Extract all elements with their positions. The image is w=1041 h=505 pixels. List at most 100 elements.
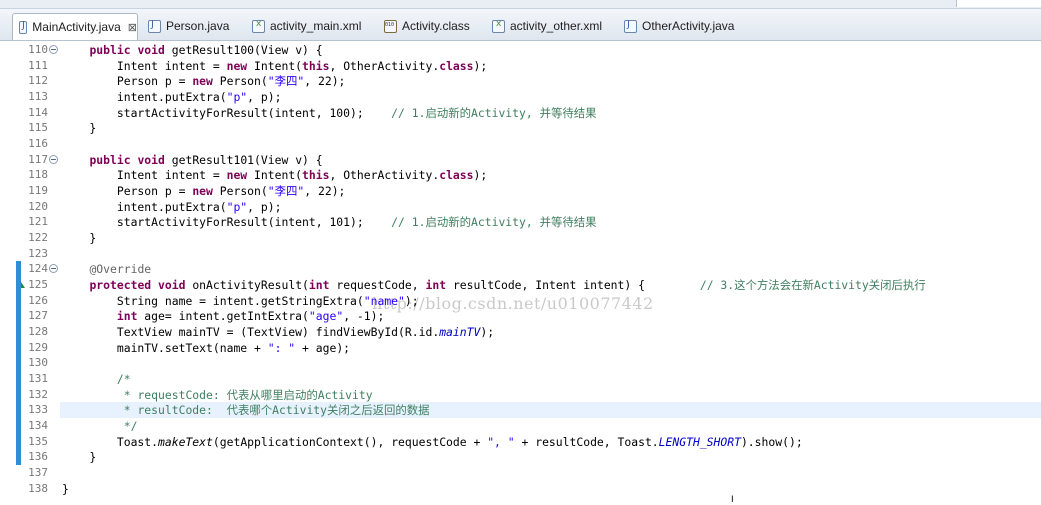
code-text: startActivityForResult(intent, 100); // … <box>62 105 597 121</box>
line-number: 135 <box>28 435 48 448</box>
code-token: mainTV <box>439 325 481 339</box>
code-token: "name" <box>363 294 405 308</box>
code-token: "李四" <box>267 74 305 88</box>
code-token: } <box>62 482 69 496</box>
line-number: 137 <box>28 466 48 479</box>
code-token: "p" <box>226 90 248 104</box>
code-token: Intent( <box>247 59 303 73</box>
tab-activity-other-xml[interactable]: activity_other.xml <box>486 13 614 39</box>
code-line[interactable]: 110 public void getResult100(View v) { <box>0 42 1041 58</box>
line-number: 133 <box>28 403 48 416</box>
code-line[interactable]: 127 int age= intent.getIntExtra("age", -… <box>0 308 1041 324</box>
code-token: + resultCode, Toast. <box>514 435 659 449</box>
code-line[interactable]: 133 * resultCode: 代表哪个Activity关闭之后返回的数据 <box>28 402 1041 418</box>
quick-access-search[interactable] <box>956 0 1041 7</box>
code-token: intent.putExtra( <box>62 90 227 104</box>
code-line[interactable]: 113 intent.putExtra("p", p); <box>0 89 1041 105</box>
code-line[interactable]: 112 Person p = new Person("李四", 22); <box>0 73 1041 89</box>
code-token: , p); <box>247 90 282 104</box>
code-line[interactable]: 115 } <box>0 120 1041 136</box>
code-token: * resultCode: 代表哪个Activity关闭之后返回的数据 <box>116 403 430 417</box>
code-line[interactable]: 126 String name = intent.getStringExtra(… <box>0 293 1041 309</box>
code-line[interactable]: 116 <box>0 136 1041 152</box>
code-line[interactable]: 119 Person p = new Person("李四", 22); <box>0 183 1041 199</box>
code-text: } <box>62 481 69 497</box>
code-token: startActivityForResult(intent, 100); <box>62 106 392 120</box>
code-token: * requestCode: 代表从哪里启动的Activity <box>116 388 373 402</box>
code-line[interactable]: 121 startActivityForResult(intent, 101);… <box>0 214 1041 230</box>
code-token: Person p = <box>62 74 193 88</box>
code-text: /* <box>62 371 131 387</box>
fold-toggle-icon[interactable] <box>49 45 58 54</box>
code-line[interactable]: 114 startActivityForResult(intent, 100);… <box>0 105 1041 121</box>
editor-tab-bar: MainActivity.java ⊠ Person.java activity_ma… <box>0 9 1041 41</box>
code-line[interactable]: 137 <box>0 465 1041 481</box>
code-line[interactable]: 135 Toast.makeText(getApplicationContext… <box>0 434 1041 450</box>
code-token: new <box>192 184 213 198</box>
code-line[interactable]: 134 */ <box>0 418 1041 434</box>
close-tab-icon[interactable]: ⊠ <box>128 21 137 34</box>
code-token: Person( <box>212 74 268 88</box>
code-line[interactable]: 124 @Override <box>0 261 1041 277</box>
fold-toggle-icon[interactable] <box>49 155 58 164</box>
code-line[interactable]: 117 public void getResult101(View v) { <box>0 152 1041 168</box>
code-token: Person p = <box>62 184 193 198</box>
code-line[interactable]: 128 TextView mainTV = (TextView) findVie… <box>0 324 1041 340</box>
tab-otheractivity-java[interactable]: OtherActivity.java <box>618 13 736 39</box>
code-text: * requestCode: 代表从哪里启动的Activity <box>62 387 373 403</box>
code-token: , 22); <box>304 74 346 88</box>
code-token: } <box>62 450 97 464</box>
tab-label: OtherActivity.java <box>642 19 735 33</box>
line-number: 116 <box>28 137 48 150</box>
code-text: Intent intent = new Intent(this, OtherAc… <box>62 167 487 183</box>
code-token: Intent intent = <box>62 59 227 73</box>
code-line[interactable]: 111 Intent intent = new Intent(this, Oth… <box>0 58 1041 74</box>
code-token: TextView mainTV = (TextView) findViewByI… <box>62 325 440 339</box>
code-token: ", " <box>487 435 515 449</box>
fold-toggle-icon[interactable] <box>49 264 58 273</box>
line-number: 138 <box>28 482 48 495</box>
code-line[interactable]: 122 } <box>0 230 1041 246</box>
code-token: Toast. <box>62 435 159 449</box>
code-token: , 22); <box>304 184 346 198</box>
code-token: getResult100(View v) { <box>164 43 323 57</box>
tab-label: MainActivity.java <box>32 20 121 34</box>
xml-file-icon <box>252 19 265 33</box>
code-text: startActivityForResult(intent, 101); // … <box>62 214 597 230</box>
code-token: void <box>137 153 165 167</box>
code-token: */ <box>116 419 138 433</box>
line-number: 136 <box>28 450 48 463</box>
code-line[interactable]: 123 <box>0 246 1041 262</box>
code-token: ); <box>473 59 488 73</box>
code-line[interactable]: 120 intent.putExtra("p", p); <box>0 199 1041 215</box>
line-number: 125 <box>28 278 48 291</box>
code-line[interactable]: 138} <box>0 481 1041 497</box>
tab-activity-class[interactable]: Activity.class <box>378 13 482 39</box>
code-line[interactable]: 118 Intent intent = new Intent(this, Oth… <box>0 167 1041 183</box>
code-token: intent.putExtra( <box>62 200 227 214</box>
code-editor[interactable]: http://blog.csdn.net/u010077442 110 publ… <box>0 41 1041 504</box>
code-token: , p); <box>247 200 282 214</box>
line-number: 111 <box>28 59 48 72</box>
code-token: int <box>116 309 138 323</box>
line-number: 123 <box>28 247 48 260</box>
top-toolbar-strip <box>0 0 1041 9</box>
code-line[interactable]: 130 <box>0 355 1041 371</box>
tab-mainactivity-java[interactable]: MainActivity.java ⊠ <box>12 13 138 40</box>
code-text: * resultCode: 代表哪个Activity关闭之后返回的数据 <box>62 402 430 418</box>
code-line[interactable]: 136 } <box>0 449 1041 465</box>
tab-person-java[interactable]: Person.java <box>142 13 242 39</box>
code-token: ); <box>473 168 488 182</box>
code-token: makeText <box>158 435 213 449</box>
tab-activity-main-xml[interactable]: activity_main.xml <box>246 13 374 39</box>
code-line[interactable]: 129 mainTV.setText(name + ": " + age); <box>0 340 1041 356</box>
code-line[interactable]: 132 * requestCode: 代表从哪里启动的Activity <box>0 387 1041 403</box>
code-text: int age= intent.getIntExtra("age", -1); <box>62 308 384 324</box>
code-line[interactable]: 125 protected void onActivityResult(int … <box>0 277 1041 293</box>
code-token: getResult101(View v) { <box>164 153 323 167</box>
code-token: ); <box>480 325 495 339</box>
code-line[interactable]: 131 /* <box>0 371 1041 387</box>
code-token: public <box>89 153 131 167</box>
